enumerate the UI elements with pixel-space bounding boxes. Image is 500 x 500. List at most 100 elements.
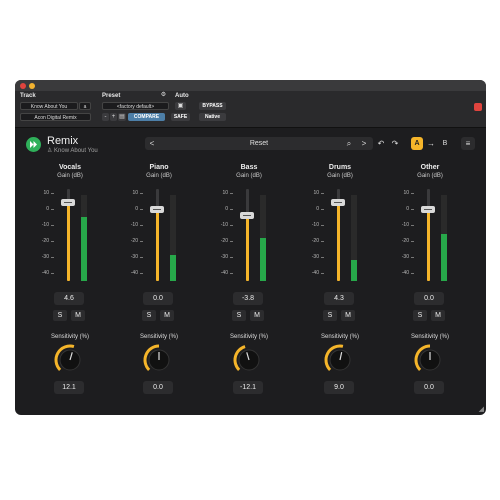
strip-name: Drums (328, 164, 352, 171)
ab-copy-arrow-icon[interactable]: → (425, 137, 437, 150)
solo-button[interactable]: S (323, 310, 337, 321)
gain-value-field[interactable]: 4.6 (54, 292, 84, 305)
strip-name: Bass (240, 164, 258, 171)
gain-value-field[interactable]: 0.0 (414, 292, 444, 305)
gain-fader-handle[interactable] (150, 206, 164, 213)
automation-icon[interactable]: ▣ (175, 102, 186, 110)
sensitivity-knob[interactable] (53, 343, 87, 377)
scale-tick-mark (51, 225, 54, 226)
scale-tick-mark (140, 241, 143, 242)
record-icon[interactable] (474, 103, 482, 111)
sensitivity-knob[interactable] (413, 343, 447, 377)
compare-button[interactable]: COMPARE (128, 113, 165, 121)
sensitivity-knob[interactable] (323, 343, 357, 377)
gain-label: Gain (dB) (417, 173, 443, 179)
ab-b-button[interactable]: B (439, 137, 451, 150)
track-slot-select[interactable]: a (79, 102, 91, 110)
scale-tick-mark (411, 257, 414, 258)
preset-name[interactable]: Reset (145, 137, 373, 150)
scale-tick-mark (140, 225, 143, 226)
scale-tick-label: 10 (132, 190, 138, 196)
scale-tick-label: 10 (222, 190, 228, 196)
scale-tick-mark (321, 257, 324, 258)
next-preset-button[interactable]: + (110, 113, 117, 121)
gain-fader-fill (156, 209, 159, 281)
title-bar (15, 80, 486, 91)
close-icon[interactable] (20, 83, 26, 89)
scale-tick-mark (411, 273, 414, 274)
scale-tick-label: -20 (220, 238, 228, 244)
level-meter-fill (81, 216, 87, 281)
native-button[interactable]: Native (199, 113, 226, 121)
gain-value-field[interactable]: 4.3 (324, 292, 354, 305)
sensitivity-knob[interactable] (232, 343, 266, 377)
scale-tick-mark (321, 241, 324, 242)
sensitivity-value-field[interactable]: 0.0 (414, 381, 444, 394)
minimize-icon[interactable] (29, 83, 35, 89)
ab-a-button[interactable]: A (411, 137, 423, 150)
solo-button[interactable]: S (53, 310, 67, 321)
scale-tick-label: -40 (311, 270, 319, 276)
gain-value-field[interactable]: 0.0 (143, 292, 173, 305)
settings-gear-icon[interactable]: ⚙ (159, 91, 168, 100)
safe-button[interactable]: SAFE (171, 113, 190, 121)
scale-tick-mark (140, 273, 143, 274)
scale-tick-mark (411, 209, 414, 210)
channel-strip-bass: Bass Gain (dB) 10 0 -10 -20 -30 -40 -3.8 S M Sensit… (214, 164, 284, 404)
plugin-subtitle: ♙ Know About You (47, 147, 98, 154)
mute-button[interactable]: M (250, 310, 264, 321)
level-meter-fill (441, 233, 447, 281)
mute-button[interactable]: M (71, 310, 85, 321)
mute-button[interactable]: M (341, 310, 355, 321)
solo-button[interactable]: S (232, 310, 246, 321)
prev-preset-button[interactable]: - (102, 113, 109, 121)
scale-tick-mark (321, 273, 324, 274)
insert-select[interactable]: Acon Digital Remix (20, 113, 91, 121)
track-select[interactable]: Know About You (20, 102, 78, 110)
scale-tick-label: -10 (401, 222, 409, 228)
gain-fader-handle[interactable] (421, 206, 435, 213)
plugin-window: Track Preset Auto Know About You a Acon … (15, 80, 486, 415)
bypass-button[interactable]: BYPASS (199, 102, 226, 110)
scale-tick-mark (230, 257, 233, 258)
menu-icon[interactable]: ≡ (461, 137, 475, 150)
scale-tick-label: 0 (135, 206, 138, 212)
next-preset-arrow[interactable]: > (357, 137, 371, 150)
sensitivity-knob[interactable] (142, 343, 176, 377)
remix-logo-icon (26, 137, 41, 152)
auto-label: Auto (175, 93, 189, 99)
mute-button[interactable]: M (431, 310, 445, 321)
sensitivity-value-field[interactable]: 12.1 (54, 381, 84, 394)
gain-fader-handle[interactable] (331, 199, 345, 207)
track-label: Track (20, 93, 36, 99)
preset-select[interactable]: <factory default> (102, 102, 169, 110)
gain-label: Gain (dB) (146, 173, 172, 179)
undo-icon[interactable]: ↶ (375, 137, 387, 150)
scale-tick-label: -10 (220, 222, 228, 228)
sensitivity-value-field[interactable]: 0.0 (143, 381, 173, 394)
scale-tick-mark (411, 193, 414, 194)
scale-tick-mark (321, 193, 324, 194)
redo-icon[interactable]: ↷ (389, 137, 401, 150)
gain-fader-handle[interactable] (61, 198, 75, 206)
sensitivity-value-field[interactable]: 9.0 (324, 381, 354, 394)
scale-tick-mark (230, 241, 233, 242)
sensitivity-value-field[interactable]: -12.1 (233, 381, 263, 394)
copy-icon[interactable]: ▤ (118, 113, 126, 121)
solo-button[interactable]: S (413, 310, 427, 321)
preset-bar: < Reset ⌕ > (145, 137, 373, 150)
gain-fader-fill (67, 201, 70, 281)
solo-button[interactable]: S (142, 310, 156, 321)
level-meter (351, 195, 357, 281)
mute-button[interactable]: M (160, 310, 174, 321)
gain-value-field[interactable]: -3.8 (233, 292, 263, 305)
gain-fader-handle[interactable] (240, 212, 254, 220)
level-meter (81, 195, 87, 281)
resize-handle-icon[interactable]: ◢ (479, 405, 484, 413)
preset-label: Preset (102, 93, 121, 99)
scale-tick-label: 10 (313, 190, 319, 196)
search-icon[interactable]: ⌕ (342, 137, 356, 150)
scale-tick-label: 0 (316, 206, 319, 212)
scale-tick-label: -20 (41, 238, 49, 244)
scale-tick-label: -40 (401, 270, 409, 276)
